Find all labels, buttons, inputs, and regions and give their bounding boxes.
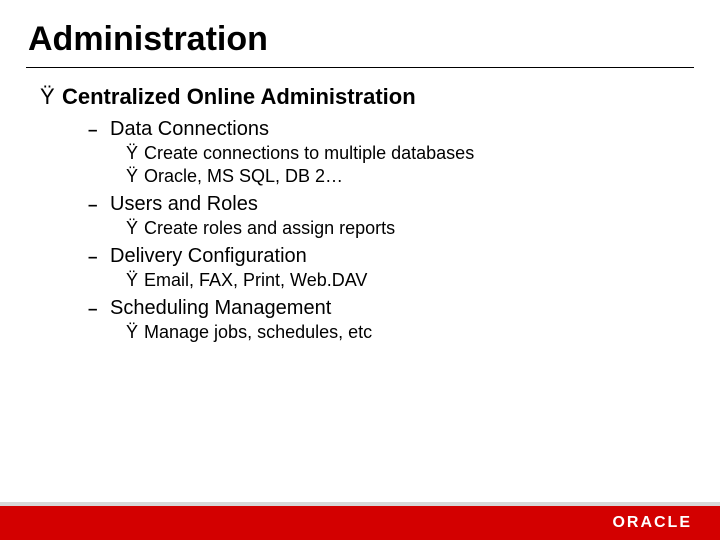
level3-text: Oracle, MS SQL, DB 2… bbox=[144, 166, 343, 187]
level2-item: – Data Connections bbox=[88, 118, 680, 141]
level2-label: Data Connections bbox=[110, 118, 269, 141]
level3-list: Ÿ Create roles and assign reports bbox=[126, 218, 680, 239]
slide-title: Administration bbox=[0, 0, 720, 67]
level3-text: Create roles and assign reports bbox=[144, 218, 395, 239]
level3-item: Ÿ Create connections to multiple databas… bbox=[126, 143, 680, 164]
level3-text: Create connections to multiple databases bbox=[144, 143, 474, 164]
level3-text: Manage jobs, schedules, etc bbox=[144, 322, 372, 343]
dash-icon: – bbox=[88, 247, 110, 267]
bullet-icon: Ÿ bbox=[126, 270, 144, 291]
slide-content: Ÿ Centralized Online Administration – Da… bbox=[0, 68, 720, 343]
footer-bar: ORACLE bbox=[0, 506, 720, 540]
level3-list: Ÿ Manage jobs, schedules, etc bbox=[126, 322, 680, 343]
bullet-icon: Ÿ bbox=[126, 218, 144, 239]
level2-list: – Data Connections Ÿ Create connections … bbox=[88, 118, 680, 343]
level3-text: Email, FAX, Print, Web.DAV bbox=[144, 270, 367, 291]
dash-icon: – bbox=[88, 299, 110, 319]
slide: Administration Ÿ Centralized Online Admi… bbox=[0, 0, 720, 540]
level3-list: Ÿ Email, FAX, Print, Web.DAV bbox=[126, 270, 680, 291]
level2-item: – Delivery Configuration bbox=[88, 245, 680, 268]
level2-label: Scheduling Management bbox=[110, 297, 331, 320]
bullet-icon: Ÿ bbox=[126, 166, 144, 187]
level2-item: – Users and Roles bbox=[88, 193, 680, 216]
oracle-logo: ORACLE bbox=[612, 514, 692, 532]
level2-label: Users and Roles bbox=[110, 193, 258, 216]
level2-item: – Scheduling Management bbox=[88, 297, 680, 320]
level1-item: Ÿ Centralized Online Administration bbox=[40, 84, 680, 110]
level3-item: Ÿ Create roles and assign reports bbox=[126, 218, 680, 239]
level3-item: Ÿ Manage jobs, schedules, etc bbox=[126, 322, 680, 343]
level3-item: Ÿ Email, FAX, Print, Web.DAV bbox=[126, 270, 680, 291]
dash-icon: – bbox=[88, 195, 110, 215]
bullet-icon: Ÿ bbox=[126, 322, 144, 343]
bullet-icon: Ÿ bbox=[126, 143, 144, 164]
level3-list: Ÿ Create connections to multiple databas… bbox=[126, 143, 680, 187]
level3-item: Ÿ Oracle, MS SQL, DB 2… bbox=[126, 166, 680, 187]
footer: ORACLE bbox=[0, 502, 720, 540]
dash-icon: – bbox=[88, 120, 110, 140]
level1-heading: Centralized Online Administration bbox=[62, 84, 416, 110]
bullet-icon: Ÿ bbox=[40, 84, 62, 110]
level2-label: Delivery Configuration bbox=[110, 245, 307, 268]
